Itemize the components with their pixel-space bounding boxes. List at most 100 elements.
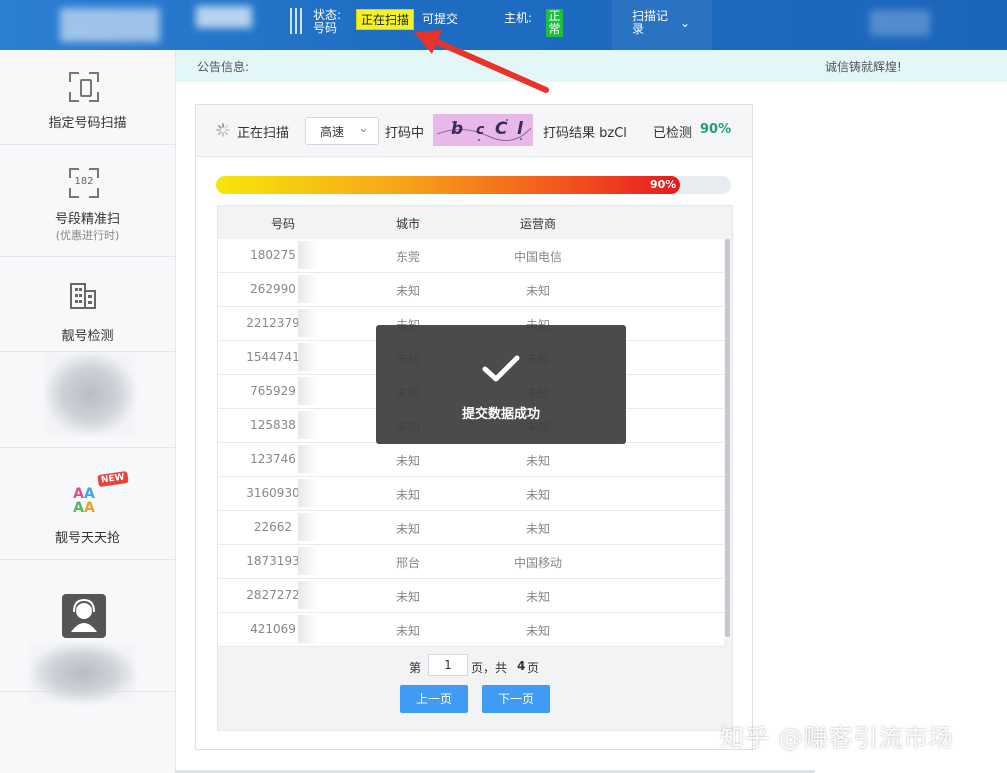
cell-carrier: 中国电信 bbox=[513, 250, 562, 264]
redaction-overlay bbox=[298, 479, 318, 507]
blurred-avatar bbox=[196, 6, 252, 28]
prev-page-button[interactable]: 上一页 bbox=[400, 685, 468, 713]
speed-value: 高速 bbox=[320, 125, 345, 139]
cell-city: 未知 bbox=[395, 522, 420, 536]
blurred-label bbox=[30, 643, 135, 703]
page-middle: 页，共 bbox=[471, 661, 508, 675]
sidebar-item-segment-scan[interactable]: 182 号段精准扫 (优惠进行时) bbox=[0, 144, 175, 257]
notice-slogan: 诚信铸就辉煌! bbox=[825, 60, 902, 74]
customer-service-icon bbox=[62, 594, 106, 638]
captcha-char: c bbox=[476, 122, 485, 138]
cell-carrier: 未知 bbox=[525, 590, 550, 604]
coding-label: 打码中 bbox=[385, 126, 425, 141]
number-scan-icon: 182 bbox=[69, 168, 99, 198]
checked-percent: 90% bbox=[700, 122, 732, 137]
chevron-down-icon: ⌄ bbox=[358, 121, 369, 136]
blurred-logo bbox=[60, 8, 160, 42]
page-number-input[interactable]: 1 bbox=[428, 654, 468, 676]
sidebar-item-hidden[interactable] bbox=[0, 351, 175, 448]
redaction-overlay bbox=[298, 615, 318, 643]
sidebar-item-service[interactable] bbox=[0, 559, 175, 703]
watermark: 知乎 @赚客引流市场 bbox=[720, 724, 954, 752]
status-badge: 正在扫描 bbox=[356, 9, 415, 30]
cell-carrier: 未知 bbox=[525, 624, 550, 638]
sidebar-item-number-check[interactable]: 靓号检测 bbox=[0, 256, 175, 352]
status-label: 状态:号码 bbox=[313, 8, 342, 35]
cell-carrier: 未知 bbox=[525, 454, 550, 468]
sidebar-item-label: 靓号天天抢 bbox=[54, 531, 120, 546]
notice-label: 公告信息: bbox=[197, 60, 250, 74]
table-row: 3160930 未知 未知 bbox=[218, 477, 724, 511]
sidebar-item-daily-grab[interactable]: AA AA NEW 靓号天天抢 bbox=[0, 447, 175, 560]
aa-icon: AA AA bbox=[73, 486, 95, 516]
redaction-overlay bbox=[298, 309, 318, 337]
column-header-city: 城市 bbox=[395, 217, 420, 231]
toast-message: 提交数据成功 bbox=[461, 407, 540, 422]
checkmark-icon bbox=[482, 355, 520, 382]
redaction-overlay bbox=[298, 547, 318, 575]
notice-bar: 公告信息: 诚信铸就辉煌! bbox=[175, 50, 1007, 82]
progress-fill bbox=[216, 176, 680, 194]
redaction-overlay bbox=[298, 445, 318, 473]
blurred-user bbox=[870, 10, 930, 36]
table-scrollbar[interactable] bbox=[725, 239, 730, 637]
column-header-carrier: 运营商 bbox=[519, 217, 556, 231]
new-badge: NEW bbox=[97, 470, 129, 488]
cell-city: 未知 bbox=[395, 454, 420, 468]
captcha-char: b bbox=[451, 119, 464, 139]
sidebar: 指定号码扫描 182 号段精准扫 (优惠进行时) 靓号检测 AA AA NEW 靓… bbox=[0, 50, 176, 773]
table-header: 号码 城市 运营商 bbox=[218, 206, 732, 239]
chevron-down-icon: ⌄ bbox=[680, 16, 691, 30]
cell-city: 未知 bbox=[395, 488, 420, 502]
cell-city: 未知 bbox=[395, 590, 420, 604]
sidebar-item-sublabel: (优惠进行时) bbox=[55, 229, 120, 242]
table-row: 123746 未知 未知 bbox=[218, 443, 724, 477]
page-prefix: 第 bbox=[409, 661, 422, 675]
checked-label: 已检测 bbox=[653, 126, 693, 141]
table-row: 2827272 未知 未知 bbox=[218, 579, 724, 613]
scan-record-button[interactable]: 扫描记录 ⌄ bbox=[612, 0, 712, 50]
sidebar-item-label: 指定号码扫描 bbox=[48, 116, 127, 131]
page-suffix: 页 bbox=[527, 661, 540, 675]
cell-carrier: 未知 bbox=[525, 488, 550, 502]
speed-select[interactable]: 高速 ⌄ bbox=[305, 117, 379, 145]
cell-city: 邢台 bbox=[395, 556, 420, 570]
table-row: 262990 未知 未知 bbox=[218, 273, 724, 307]
table-row: 1873193 邢台 中国移动 bbox=[218, 545, 724, 579]
sidebar-item-phone-scan[interactable]: 指定号码扫描 bbox=[0, 50, 175, 145]
sidebar-item-label: 靓号检测 bbox=[61, 329, 114, 344]
cell-city: 未知 bbox=[395, 284, 420, 298]
progress-label: 90% bbox=[650, 178, 677, 191]
cell-city: 未知 bbox=[395, 624, 420, 638]
table-row: 22662 未知 未知 bbox=[218, 511, 724, 545]
next-page-button[interactable]: 下一页 bbox=[482, 685, 550, 713]
page-total: 4 bbox=[517, 659, 526, 673]
signal-bars-icon bbox=[290, 8, 304, 34]
captcha-result: 打码结果 bzCl bbox=[543, 126, 627, 141]
redaction-overlay bbox=[298, 513, 318, 541]
redaction-overlay bbox=[298, 377, 318, 405]
captcha-char: C bbox=[495, 119, 508, 139]
success-toast: 提交数据成功 bbox=[376, 325, 626, 444]
table-row: 421069 未知 未知 bbox=[218, 613, 724, 647]
submit-status-text: 可提交 bbox=[422, 12, 459, 26]
blurred-icon bbox=[45, 353, 135, 435]
redaction-overlay bbox=[298, 411, 318, 439]
loading-spinner-icon bbox=[216, 123, 230, 137]
column-header-number: 号码 bbox=[270, 217, 295, 231]
cell-carrier: 中国移动 bbox=[513, 556, 562, 570]
cell-city: 东莞 bbox=[395, 250, 420, 264]
redaction-overlay bbox=[298, 275, 318, 303]
table-row: 180275 东莞 中国电信 bbox=[218, 239, 724, 273]
cell-carrier: 未知 bbox=[525, 284, 550, 298]
cell-carrier: 未知 bbox=[525, 522, 550, 536]
building-icon bbox=[70, 283, 96, 309]
captcha-char: l bbox=[517, 119, 523, 139]
red-arrow-annotation bbox=[414, 30, 549, 93]
result-table: 号码 城市 运营商 180275东莞中国电信262990未知未知2212379未… bbox=[217, 205, 733, 731]
phone-scan-icon bbox=[69, 72, 99, 102]
scan-record-label: 扫描记录 bbox=[632, 9, 669, 36]
host-label: 主机: bbox=[504, 11, 533, 25]
redaction-overlay bbox=[298, 343, 318, 371]
scan-toolbar: 正在扫描 高速 ⌄ 打码中 b c C l 打码结果 bzCl 已检测 90% bbox=[196, 105, 752, 157]
